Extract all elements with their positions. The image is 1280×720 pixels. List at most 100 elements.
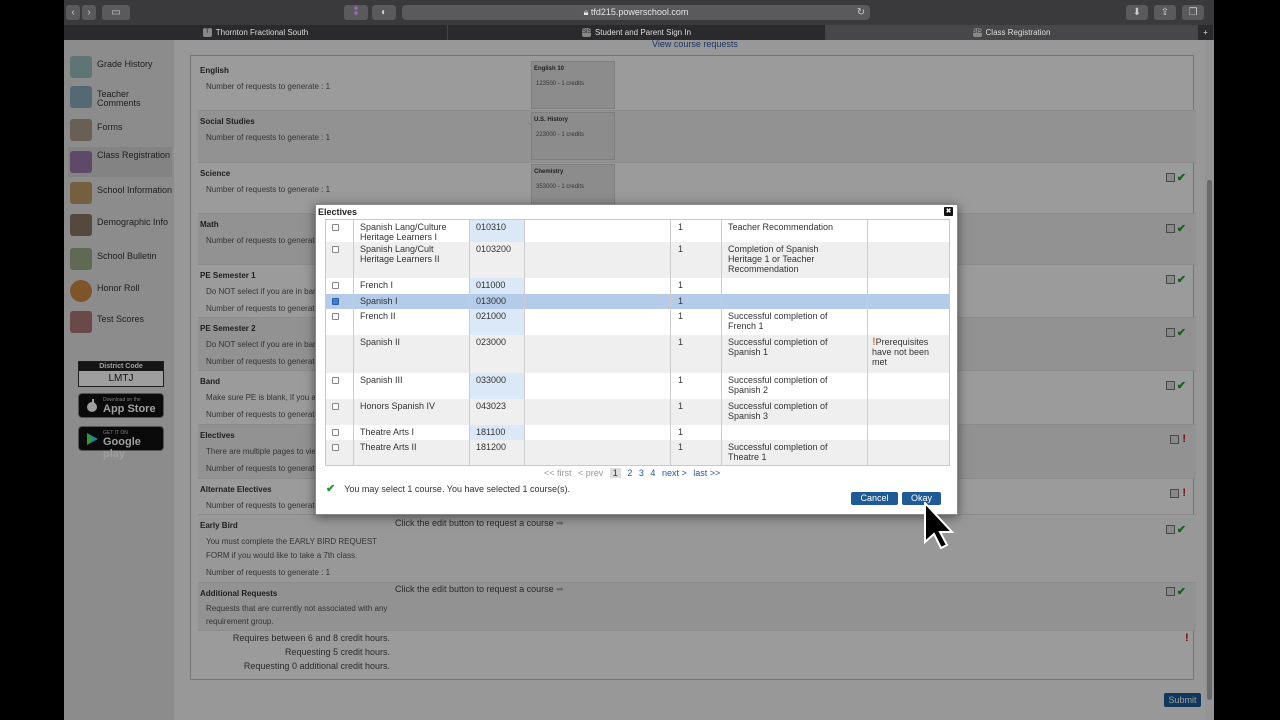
course-checkbox[interactable] [332,403,339,410]
tab-class-registration[interactable]: SIS Class Registration [826,25,1198,40]
table-row-selected[interactable]: Spanish I 013000 1 [326,294,949,309]
pager-next[interactable]: next > [662,468,687,478]
course-name: French I [360,280,394,290]
tab-favicon: SIS [581,28,592,38]
extension-icon[interactable]: ⁑ [344,5,368,20]
reload-icon[interactable]: ↻ [854,5,868,20]
course-prereq: Successful completion of Spanish 1 [728,337,828,357]
mouse-pointer-icon [924,500,955,550]
pager-page-1: 1 [609,468,621,478]
tabs-overview-icon[interactable]: ❐ [1182,5,1204,20]
course-name: Spanish II [360,337,401,347]
electives-dialog: Electives ✖ Spanish Lang/Culture Heritag… [315,204,958,515]
back-icon[interactable]: ‹ [66,5,80,20]
course-credits: 1 [678,296,684,306]
cancel-button[interactable]: Cancel [851,492,898,505]
pager-prev: < prev [578,468,604,478]
course-credits: 1 [678,375,684,385]
tab-label: Class Registration [985,28,1051,37]
course-checkbox[interactable] [332,444,339,451]
table-row[interactable]: Spanish III 033000 1 Successful completi… [326,373,949,399]
course-prereq: Successful completion of Spanish 3 [728,401,828,421]
course-number: 013000 [476,296,507,306]
table-row[interactable]: French II 021000 1 Successful completion… [326,309,949,335]
pager-page-2[interactable]: 2 [627,468,632,478]
course-checkbox[interactable] [332,246,339,253]
column-divider [670,220,671,465]
course-credits: 1 [678,222,684,232]
column-divider [867,220,868,465]
table-row[interactable]: Theatre Arts I 181100 1 [326,425,949,440]
address-bar[interactable]: 🔒︎ tfd215.powerschool.com [402,5,870,20]
pager-page-4[interactable]: 4 [650,468,655,478]
table-row[interactable]: Theatre Arts II 181200 1 Successful comp… [326,440,949,465]
share-icon[interactable]: ⇪ [1154,5,1176,20]
table-row[interactable]: French I 011000 1 [326,278,949,294]
course-checkbox[interactable] [332,282,339,289]
course-prereq: Teacher Recommendation [728,222,834,232]
column-divider [469,220,470,465]
table-row[interactable]: Spanish Lang/Cult Heritage Learners II 0… [326,242,949,278]
course-credits: 1 [678,442,684,452]
browser-toolbar: ‹ › ▭ ⁑ ◐ 🔒︎ tfd215.powerschool.com ↻ ⬇ … [64,0,1214,25]
column-divider [721,220,722,465]
course-prereq: Successful completion of Theatre 1 [728,442,828,462]
course-number: 0103200 [476,244,512,254]
course-number: 021000 [476,311,507,321]
course-credits: 1 [678,244,684,254]
course-number: 023000 [476,337,507,347]
tab-label: Student and Parent Sign In [594,28,692,37]
course-credits: 1 [678,337,684,347]
course-name: French II [360,311,396,321]
course-prereq: Successful completion of French 1 [728,311,828,331]
sidebar-toggle-icon[interactable]: ▭ [102,5,130,20]
pager-page-3[interactable]: 3 [639,468,644,478]
course-name: Spanish I [360,296,398,306]
dialog-title: Electives [318,207,358,217]
prereq-warning: !Prerequisites have not been met [872,337,942,368]
table-row[interactable]: Spanish Lang/Culture Heritage Learners I… [326,220,949,242]
tab-sign-in[interactable]: SIS Student and Parent Sign In [448,25,826,40]
tab-favicon: SIS [972,28,983,38]
warning-text: Prerequisites have not been met [872,337,930,367]
forward-icon[interactable]: › [82,5,96,20]
pager-first: << first [544,468,572,478]
table-row[interactable]: Honors Spanish IV 043023 1 Successful co… [326,399,949,425]
course-prereq: Successful completion of Spanish 2 [728,375,828,395]
course-credits: 1 [678,401,684,411]
privacy-icon[interactable]: ◐ [372,5,396,20]
course-credits: 1 [678,427,684,437]
url-text: tfd215.powerschool.com [590,7,689,17]
course-number: 181100 [476,427,506,437]
course-table: Spanish Lang/Culture Heritage Learners I… [325,219,950,466]
course-checkbox[interactable] [332,429,339,436]
close-icon[interactable]: ✖ [944,207,953,216]
course-checkbox-checked[interactable] [332,298,339,305]
course-number: 010310 [476,222,507,232]
tab-thornton[interactable]: T Thornton Fractional South [64,25,448,40]
course-credits: 1 [678,311,684,321]
table-row-unavailable: Spanish II 023000 1 Successful completio… [326,335,949,373]
selection-message: ✔ You may select 1 course. You have selec… [326,482,570,495]
course-number: 043023 [476,401,507,411]
pagination: << first < prev 1 2 3 4 next > last >> [544,468,724,478]
selection-message-text: You may select 1 course. You have select… [344,484,571,494]
course-number: 011000 [476,280,506,290]
tab-label: Thornton Fractional South [215,28,309,37]
course-name: Spanish Lang/Culture Heritage Learners I [360,222,447,242]
course-name: Spanish III [360,375,403,385]
check-icon: ✔ [326,483,336,495]
new-tab-icon[interactable]: + [1198,25,1214,40]
course-checkbox[interactable] [332,224,339,231]
column-divider [524,220,525,465]
download-icon[interactable]: ⬇ [1126,5,1148,20]
pager-last[interactable]: last >> [693,468,720,478]
course-number: 181200 [476,442,507,452]
course-name: Theatre Arts I [360,427,415,437]
course-prereq: Completion of Spanish Heritage 1 or Teac… [728,244,819,274]
course-checkbox[interactable] [332,377,339,384]
lock-icon: 🔒︎ [583,7,591,17]
tab-bar: T Thornton Fractional South SIS Student an… [64,25,1214,40]
column-divider [353,220,354,465]
course-checkbox[interactable] [332,313,339,320]
